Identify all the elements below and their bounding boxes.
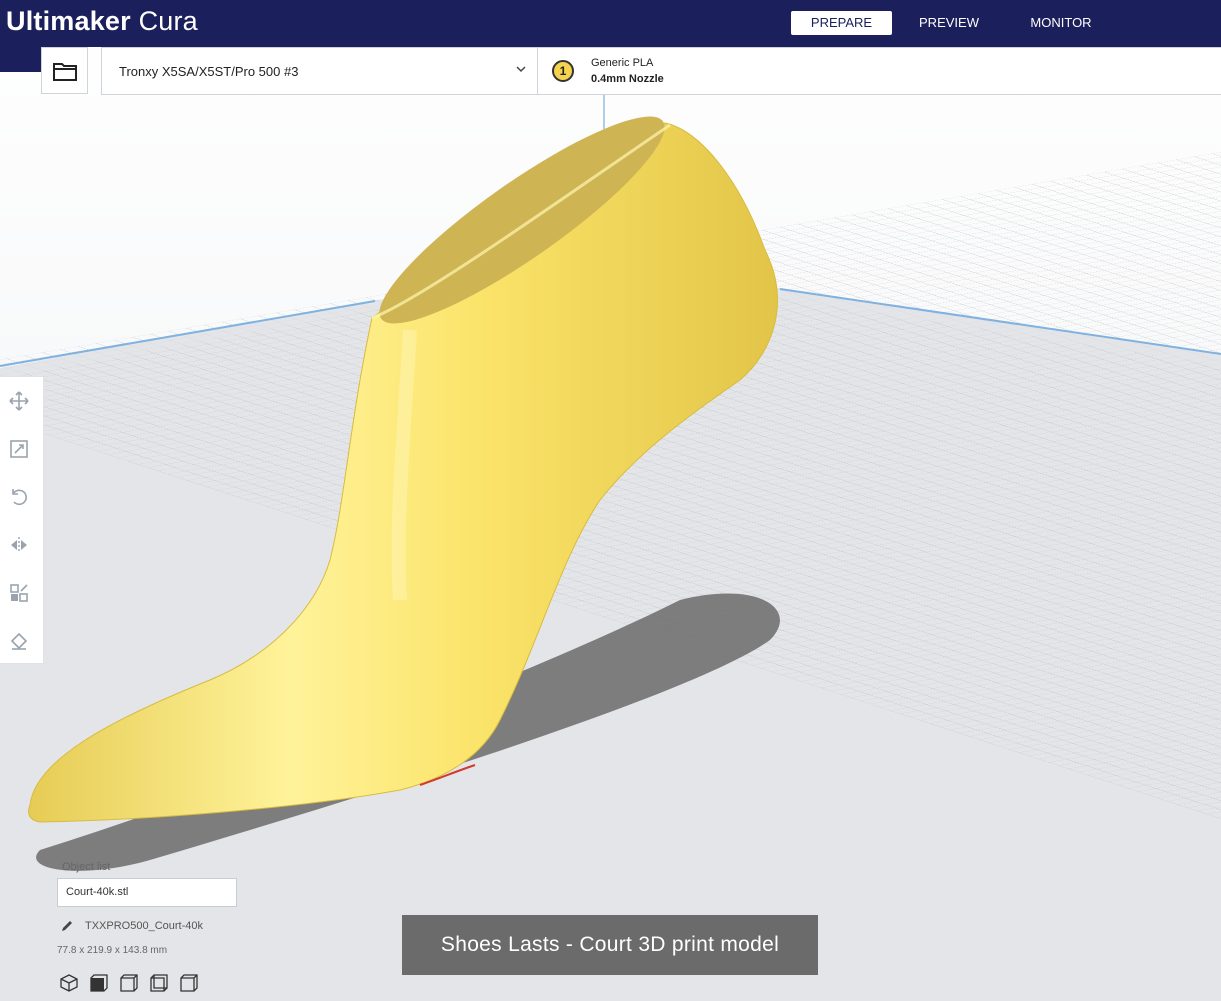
3d-view-button[interactable] (58, 972, 80, 994)
mirror-tool-button[interactable] (8, 534, 30, 556)
open-file-button[interactable] (41, 47, 88, 94)
app-title: Ultimaker Cura (6, 6, 198, 36)
object-list-toggle[interactable]: Object list (62, 861, 110, 873)
front-view-icon (90, 974, 108, 992)
tab-monitor[interactable]: MONITOR (1015, 11, 1107, 35)
3d-viewport[interactable] (0, 0, 1221, 1001)
rotate-icon (12, 489, 27, 506)
nozzle-label: 0.4mm Nozzle (591, 73, 664, 85)
header-bar: Ultimaker Cura PREPARE PREVIEW MONITOR (0, 0, 1221, 47)
folder-icon (52, 62, 77, 81)
tab-prepare[interactable]: PREPARE (791, 11, 892, 35)
mirror-icon (11, 537, 27, 553)
move-icon (9, 391, 29, 411)
rotate-tool-button[interactable] (8, 486, 30, 508)
support-blocker-icon (10, 632, 28, 650)
model-dimensions: 77.8 x 219.9 x 143.8 mm (57, 945, 168, 956)
per-model-settings-button[interactable] (8, 582, 30, 604)
extruder-badge: 1 (552, 60, 574, 82)
scene (0, 0, 1221, 1001)
print-setup-selector[interactable]: 1 Generic PLA 0.4mm Nozzle (537, 47, 1221, 95)
pencil-icon[interactable] (60, 919, 74, 933)
3d-view-icon (60, 974, 78, 992)
printer-name: Tronxy X5SA/X5ST/Pro 500 #3 (119, 64, 299, 79)
left-view-icon (150, 974, 168, 992)
tool-toolbar (0, 376, 44, 664)
printer-selector[interactable]: Tronxy X5SA/X5ST/Pro 500 #3 (101, 47, 538, 95)
scale-icon (10, 440, 28, 458)
chevron-down-icon (516, 66, 526, 73)
scale-tool-button[interactable] (8, 438, 30, 460)
object-list-item[interactable]: Court-40k.stl (57, 878, 237, 907)
top-view-icon (120, 974, 138, 992)
top-view-button[interactable] (118, 972, 140, 994)
caption-banner: Shoes Lasts - Court 3D print model (402, 915, 818, 975)
support-blocker-button[interactable] (8, 630, 30, 652)
left-view-button[interactable] (148, 972, 170, 994)
move-tool-button[interactable] (8, 390, 30, 412)
header-left-strip (0, 47, 42, 72)
right-view-button[interactable] (178, 972, 200, 994)
front-view-button[interactable] (88, 972, 110, 994)
job-name[interactable]: TXXPRO500_Court-40k (85, 920, 203, 932)
right-view-icon (180, 974, 198, 992)
tab-preview[interactable]: PREVIEW (906, 11, 992, 35)
per-model-settings-icon (10, 584, 28, 602)
material-label: Generic PLA (591, 57, 654, 69)
